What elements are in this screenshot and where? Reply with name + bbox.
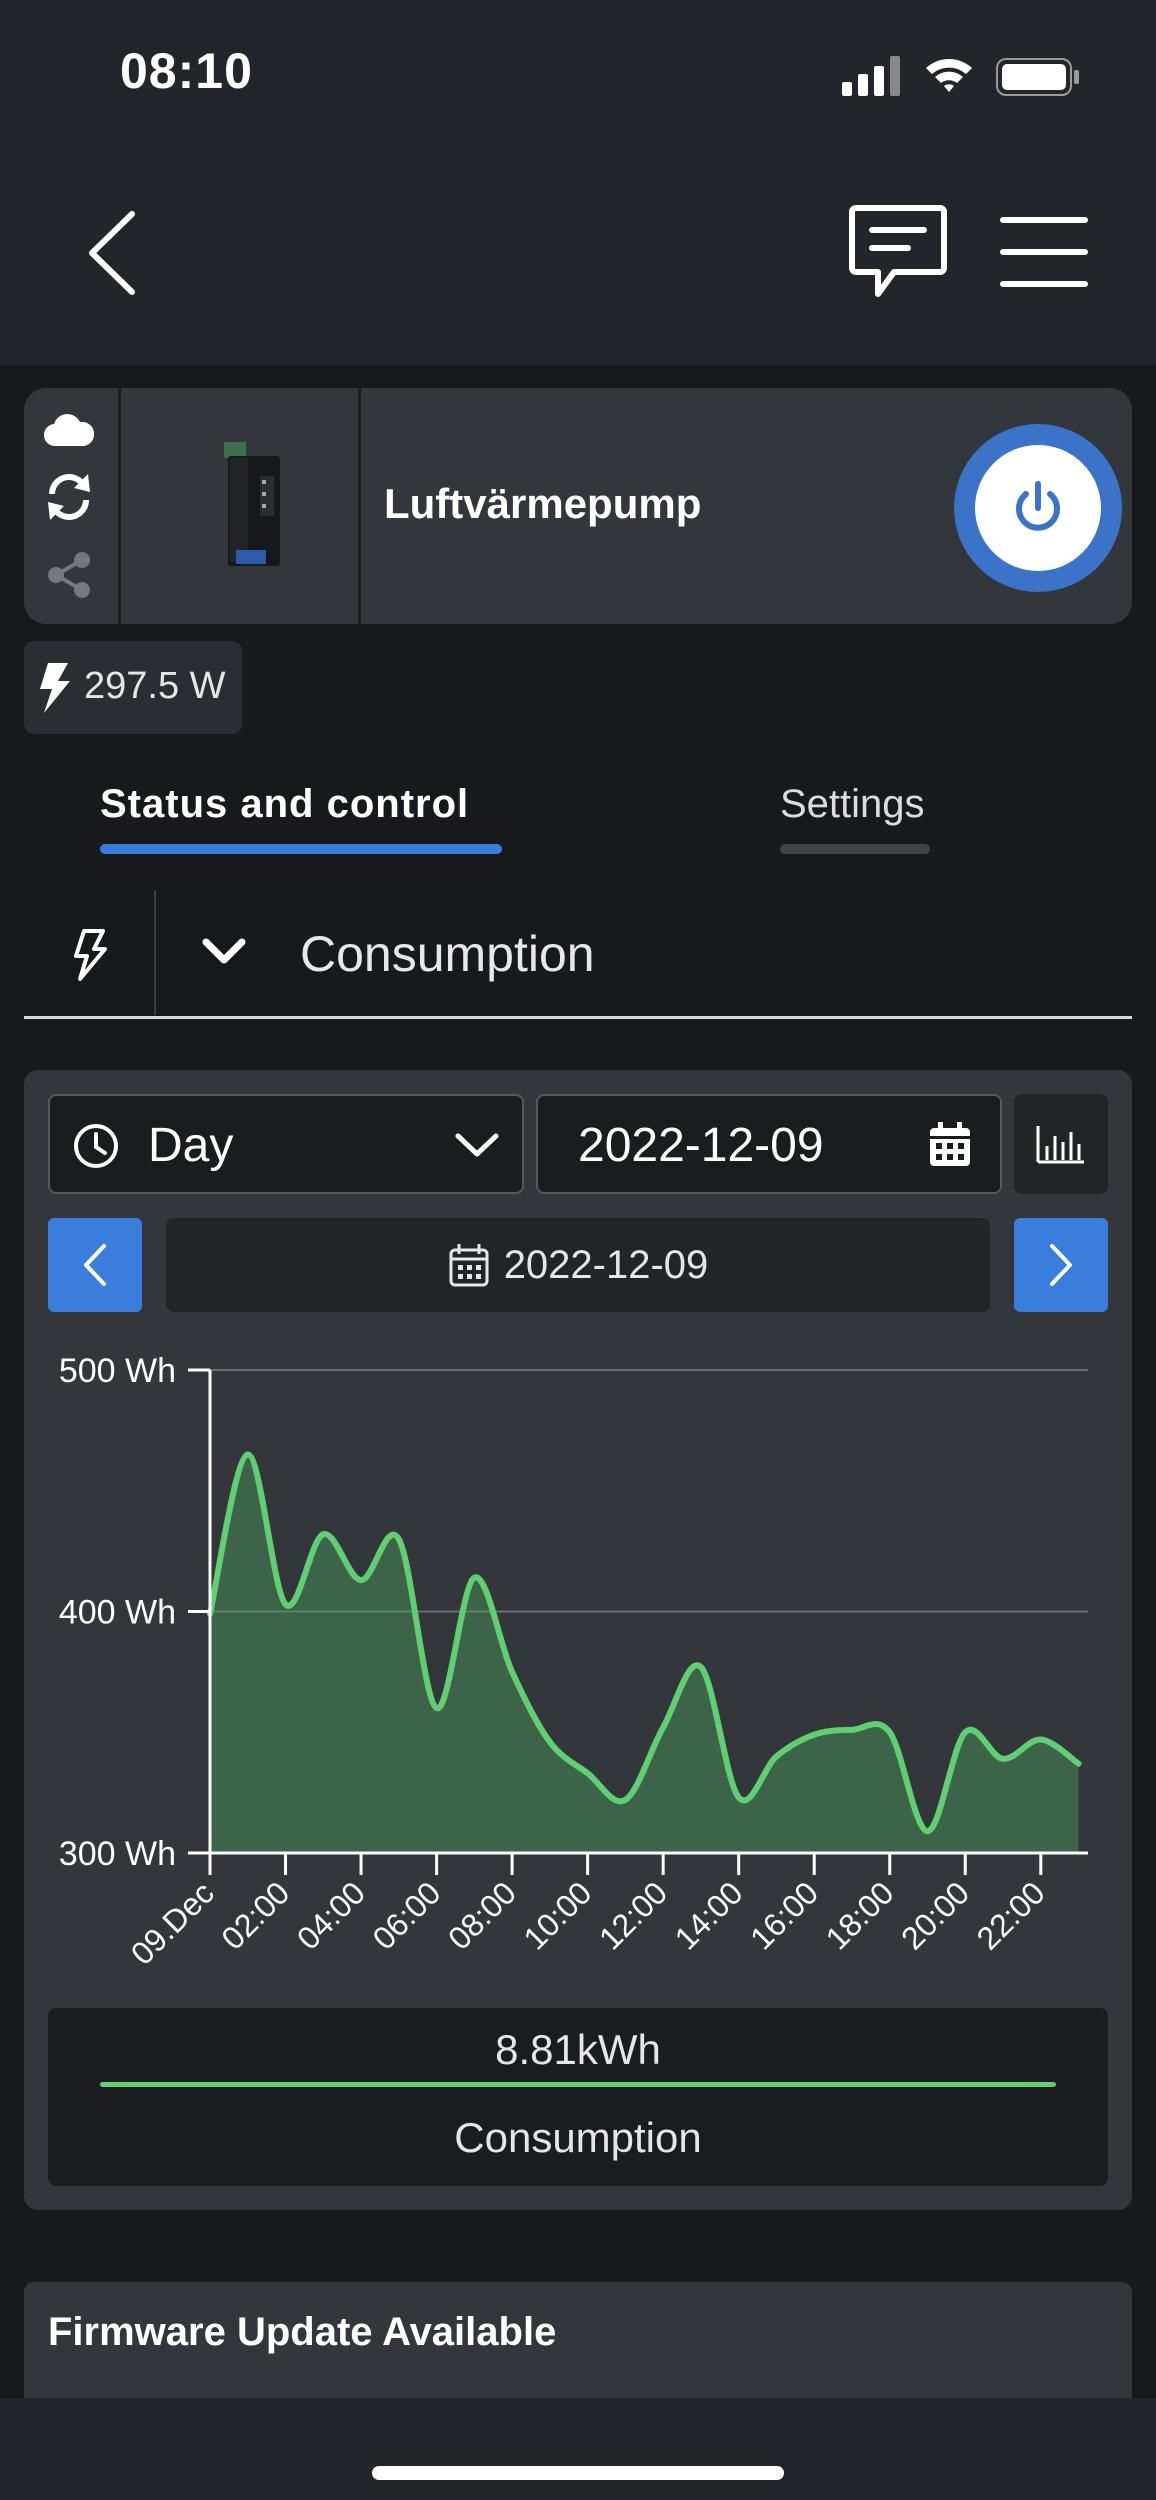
- navigation-bar: [0, 150, 1156, 365]
- period-value: Day: [148, 1119, 234, 1172]
- summary-label: Consumption: [454, 2114, 702, 2161]
- bolt-outline-icon[interactable]: [72, 928, 108, 982]
- chevron-down-icon[interactable]: [202, 936, 246, 966]
- x-tick-label: 08:00: [441, 1874, 523, 1956]
- chevron-down-icon: [455, 1133, 499, 1157]
- consumption-summary: 8.81kWh Consumption: [48, 2008, 1108, 2186]
- next-date-button[interactable]: [1014, 1218, 1108, 1312]
- x-tick-label: 18:00: [819, 1874, 901, 1956]
- x-tick-label: 10:00: [517, 1874, 599, 1956]
- legend-line: [100, 2082, 1056, 2087]
- x-tick-label: 14:00: [668, 1874, 750, 1956]
- y-tick-label: 300 Wh: [59, 1835, 176, 1873]
- back-chevron-icon[interactable]: [84, 210, 140, 296]
- home-indicator-area: [0, 2398, 1156, 2500]
- chevron-right-icon: [1050, 1244, 1072, 1286]
- cellular-signal-icon: [842, 56, 900, 96]
- date-input[interactable]: 2022-12-09: [536, 1094, 1002, 1194]
- device-thumbnail: [224, 442, 280, 566]
- power-icon: [1016, 481, 1060, 531]
- power-value: 297.5 W: [84, 665, 226, 707]
- home-indicator[interactable]: [372, 2466, 784, 2480]
- x-tick-label: 12:00: [592, 1874, 674, 1956]
- x-tick-label: 22:00: [970, 1874, 1052, 1956]
- calendar-icon: [930, 1122, 970, 1166]
- bolt-icon: [40, 663, 70, 713]
- tab-status-and-control[interactable]: Status and control: [100, 782, 469, 827]
- tab-inactive-indicator: [780, 844, 930, 854]
- calendar-outline-icon: [449, 1244, 489, 1287]
- current-date-text: 2022-12-09: [503, 1242, 709, 1287]
- x-tick-label: 02:00: [214, 1874, 296, 1956]
- hamburger-menu-icon[interactable]: [1000, 216, 1088, 288]
- tab-active-indicator: [100, 844, 502, 854]
- divider: [154, 890, 156, 1015]
- current-date-display[interactable]: 2022-12-09: [166, 1218, 990, 1312]
- x-tick-label: 04:00: [290, 1874, 372, 1956]
- chevron-left-icon: [84, 1244, 106, 1286]
- y-tick-label: 400 Wh: [59, 1594, 176, 1632]
- divider: [358, 388, 361, 624]
- cloud-icon: [44, 414, 94, 447]
- consumption-section-label[interactable]: Consumption: [300, 925, 595, 983]
- sync-icon[interactable]: [44, 472, 94, 522]
- chat-icon[interactable]: [848, 204, 948, 300]
- power-toggle-button[interactable]: [975, 445, 1101, 571]
- x-tick-label: 09.Dec: [124, 1874, 221, 1971]
- divider: [24, 1016, 1132, 1019]
- chart-type-button[interactable]: [1014, 1094, 1108, 1194]
- x-tick-label: 20:00: [894, 1874, 976, 1956]
- total-consumption-value: 8.81kWh: [495, 2026, 661, 2073]
- power-reading-badge: 297.5 W: [24, 641, 242, 734]
- device-name: Luftvärmepump: [384, 480, 702, 527]
- y-tick-label: 500 Wh: [59, 1352, 176, 1390]
- previous-date-button[interactable]: [48, 1218, 142, 1312]
- status-time: 08:10: [120, 43, 253, 99]
- tab-settings[interactable]: Settings: [780, 782, 925, 827]
- battery-icon: [996, 58, 1079, 96]
- x-tick-label: 16:00: [743, 1874, 825, 1956]
- date-input-value: 2022-12-09: [578, 1119, 824, 1172]
- divider: [118, 388, 121, 624]
- period-select[interactable]: Day: [48, 1094, 524, 1194]
- bar-chart-icon: [1036, 1126, 1084, 1164]
- firmware-update-title: Firmware Update Available: [48, 2310, 557, 2354]
- share-icon[interactable]: [46, 550, 92, 600]
- consumption-chart: 300 Wh 400 Wh 500 Wh 09.Dec02:0004:0006:000…: [59, 1352, 1088, 1972]
- consumption-area: [210, 1454, 1079, 1853]
- clock-icon: [74, 1124, 118, 1168]
- wifi-icon: [926, 59, 972, 92]
- x-tick-label: 06:00: [365, 1874, 447, 1956]
